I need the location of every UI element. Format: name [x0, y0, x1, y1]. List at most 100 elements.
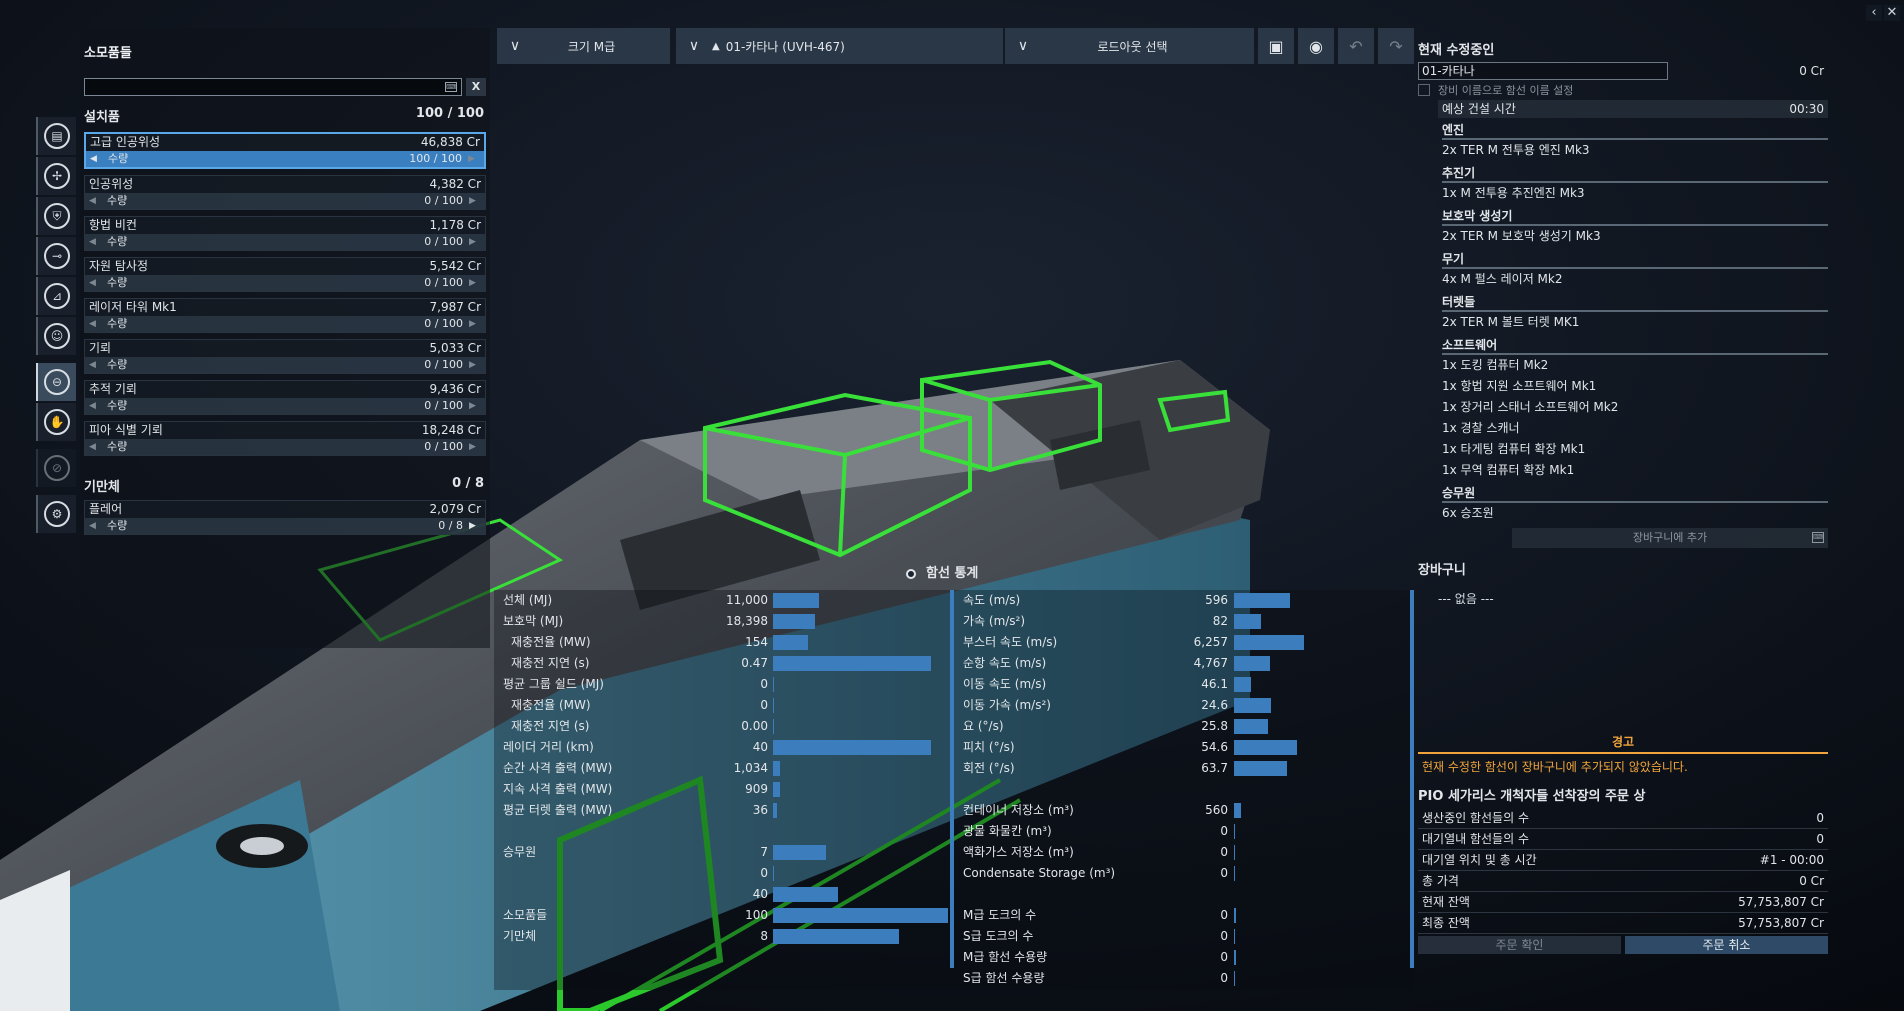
list-item[interactable]: 피아 식별 기뢰 18,248 Cr ◀ 수량 0 / 100 ▶: [84, 421, 486, 456]
clear-search-button[interactable]: X: [466, 78, 486, 96]
list-item[interactable]: 항법 비컨 1,178 Cr ◀ 수량 0 / 100 ▶: [84, 216, 486, 251]
quantity-stepper[interactable]: ◀ 수량 0 / 100 ▶: [85, 439, 485, 455]
quantity-stepper[interactable]: ◀ 수량 0 / 100 ▶: [85, 275, 485, 291]
stat-bar: [773, 761, 780, 776]
crew-icon[interactable]: ☺: [36, 317, 76, 355]
stat-bar: [1234, 719, 1268, 734]
item-price: 1,178 Cr: [429, 218, 481, 232]
redo-button[interactable]: ↷: [1378, 28, 1414, 64]
list-item[interactable]: 인공위성 4,382 Cr ◀ 수량 0 / 100 ▶: [84, 175, 486, 210]
undo-icon: ↶: [1349, 36, 1363, 56]
stat-row: [963, 884, 1413, 905]
equipment-item: 1x 장거리 스태너 소프트웨어 Mk2: [1442, 400, 1619, 414]
list-item[interactable]: 플레어 2,079 Cr ◀ 수량 0 / 8 ▶: [84, 500, 486, 535]
weapons-icon[interactable]: ⊸: [36, 237, 76, 275]
increase-arrow-icon[interactable]: ▶: [469, 193, 481, 209]
stat-row: Condensate Storage (m³) 0: [963, 863, 1413, 884]
quantity-value: 0 / 100: [424, 358, 463, 371]
category-heading: 소프트웨어: [1442, 335, 1828, 355]
list-item[interactable]: 자원 탐사정 5,542 Cr ◀ 수량 0 / 100 ▶: [84, 257, 486, 292]
search-input[interactable]: ⌨: [84, 78, 463, 96]
name-by-loadout-checkbox[interactable]: 장비 이름으로 함선 이름 설정: [1418, 80, 1828, 100]
increase-arrow-icon[interactable]: ▶: [469, 439, 481, 455]
decrease-arrow-icon[interactable]: ◀: [89, 234, 101, 250]
quantity-value: 0 / 100: [424, 399, 463, 412]
quantity-stepper[interactable]: ◀ 수량 0 / 100 ▶: [85, 357, 485, 373]
consumables-icon[interactable]: ⊖: [36, 363, 76, 401]
quantity-stepper[interactable]: ◀ 수량 100 / 100 ▶: [86, 151, 484, 167]
stat-bar: [1234, 740, 1297, 755]
increase-arrow-icon[interactable]: ▶: [469, 518, 481, 534]
list-item[interactable]: 고급 인공위성 46,838 Cr ◀ 수량 100 / 100 ▶: [84, 132, 486, 169]
ship-stats-title-label: 함선 통계: [926, 566, 979, 581]
chevron-down-icon: ∨: [509, 38, 521, 54]
paint-icon[interactable]: ✋: [36, 403, 76, 441]
quantity-stepper[interactable]: ◀ 수량 0 / 100 ▶: [85, 234, 485, 250]
stat-label: 액화가스 저장소 (m³): [963, 845, 1074, 859]
cart-title: 장바구니: [1418, 563, 1466, 578]
engines-icon[interactable]: ✢: [36, 157, 76, 195]
stat-bar: [773, 782, 780, 797]
minimize-button[interactable]: ‹: [1866, 5, 1882, 21]
item-name: 추적 기뢰: [89, 382, 137, 396]
undo-button[interactable]: ↶: [1338, 28, 1374, 64]
list-item[interactable]: 레이저 타워 Mk1 7,987 Cr ◀ 수량 0 / 100 ▶: [84, 298, 486, 333]
quantity-stepper[interactable]: ◀ 수량 0 / 100 ▶: [85, 316, 485, 332]
equipment-list: 엔진 2x TER M 전투용 엔진 Mk3 추진기 1x M 전투용 추진엔진 Mk…: [1418, 120, 1828, 524]
stat-row: 소모품들 100: [503, 905, 953, 926]
decrease-arrow-icon[interactable]: ◀: [89, 357, 101, 373]
close-button[interactable]: ✕: [1884, 5, 1900, 21]
category-heading: 터렛들: [1442, 292, 1828, 312]
increase-arrow-icon[interactable]: ▶: [469, 398, 481, 414]
decrease-arrow-icon[interactable]: ◀: [89, 398, 101, 414]
increase-arrow-icon[interactable]: ▶: [469, 275, 481, 291]
list-item[interactable]: 기뢰 5,033 Cr ◀ 수량 0 / 100 ▶: [84, 339, 486, 374]
ship-name-input[interactable]: 01-카타나: [1418, 62, 1668, 80]
stat-value: 36: [752, 803, 768, 817]
ship-dropdown[interactable]: ∨ ▲ 01-카타나 (UVH-467): [676, 28, 1003, 64]
warning-title: 경고: [1418, 730, 1828, 754]
category-heading: 엔진: [1442, 120, 1828, 140]
increase-arrow-icon[interactable]: ▶: [469, 357, 481, 373]
item-price: 5,542 Cr: [429, 259, 481, 273]
decrease-arrow-icon[interactable]: ◀: [90, 151, 102, 167]
quantity-stepper[interactable]: ◀ 수량 0 / 100 ▶: [85, 398, 485, 414]
item-row: 인공위성 4,382 Cr: [85, 176, 485, 193]
quantity-stepper[interactable]: ◀ 수량 0 / 100 ▶: [85, 193, 485, 209]
settings-icon[interactable]: ⚙: [36, 495, 76, 533]
increase-arrow-icon[interactable]: ▶: [468, 151, 480, 167]
item-name: 기뢰: [89, 341, 112, 355]
decrease-arrow-icon[interactable]: ◀: [89, 275, 101, 291]
decrease-arrow-icon[interactable]: ◀: [89, 316, 101, 332]
stat-row: 재충전율 (MW) 0: [503, 695, 953, 716]
stat-label: Condensate Storage (m³): [963, 866, 1116, 880]
confirm-order-button[interactable]: 주문 확인: [1418, 936, 1621, 954]
item-row: 추적 기뢰 9,436 Cr: [85, 381, 485, 398]
stat-value: 0.47: [741, 656, 768, 670]
stat-row: [963, 779, 1413, 800]
stat-bar-track: [1234, 866, 1404, 881]
item-name: 인공위성: [89, 177, 134, 191]
stat-row: 속도 (m/s) 596: [963, 590, 1413, 611]
size-dropdown[interactable]: ∨ 크기 M급: [497, 28, 670, 64]
increase-arrow-icon[interactable]: ▶: [469, 316, 481, 332]
keyboard-icon: ⌨: [445, 82, 458, 92]
turrets-icon[interactable]: ⊿: [36, 277, 76, 315]
shields-icon[interactable]: ⛨: [36, 197, 76, 235]
add-to-cart-button[interactable]: 장바구니에 추가 ⌨: [1512, 528, 1828, 548]
deployables-icon[interactable]: ▤: [36, 117, 76, 155]
save-loadout-button[interactable]: ▣: [1258, 28, 1294, 64]
decrease-arrow-icon[interactable]: ◀: [89, 439, 101, 455]
stat-label: M급 도크의 수: [963, 908, 1037, 922]
decrease-arrow-icon[interactable]: ◀: [89, 518, 101, 534]
preview-button[interactable]: ◉: [1298, 28, 1334, 64]
list-item[interactable]: 추적 기뢰 9,436 Cr ◀ 수량 0 / 100 ▶: [84, 380, 486, 415]
loadout-dropdown[interactable]: ∨ 로드아웃 선택: [1005, 28, 1254, 64]
increase-arrow-icon[interactable]: ▶: [469, 234, 481, 250]
cancel-order-button[interactable]: 주문 취소: [1625, 936, 1828, 954]
stat-row: 재충전율 (MW) 154: [503, 632, 953, 653]
stat-row: S급 함선 수용량 0: [963, 968, 1413, 989]
order-row-label: 총 가격: [1422, 874, 1459, 888]
stat-bar: [1234, 803, 1241, 818]
decrease-arrow-icon[interactable]: ◀: [89, 193, 101, 209]
